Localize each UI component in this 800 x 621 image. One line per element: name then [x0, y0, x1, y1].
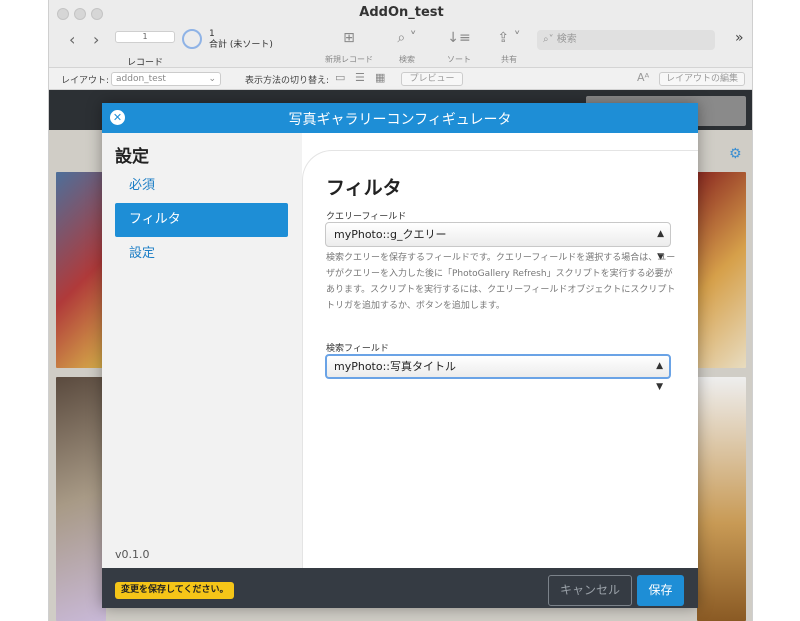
share-button[interactable]: ⇪ ˅ 共有 [489, 30, 529, 65]
more-tools-icon[interactable]: » [735, 30, 744, 46]
chevron-down-icon: ⌄ [208, 74, 216, 84]
sidebar-item-label: 設定 [129, 246, 156, 261]
query-field-label: クエリーフィールド [326, 212, 407, 222]
gallery-photo[interactable] [697, 377, 746, 621]
text-format-icon[interactable]: Aᴬ [637, 71, 649, 84]
filter-panel: フィルタ クエリーフィールド myPhoto::g_クエリー ▲ ▼ 検索クエリー… [302, 150, 698, 568]
share-label: 共有 [501, 55, 517, 64]
sidebar-item-required[interactable]: 必須 [115, 169, 288, 203]
view-switch-label: 表示方法の切り替え: [245, 76, 330, 86]
record-pie-icon [182, 29, 202, 49]
search-icon: ⌕˅ [543, 34, 557, 45]
dialog-header: ✕ 写真ギャラリーコンフィギュレータ [102, 103, 698, 133]
sidebar-item-filter[interactable]: フィルタ [115, 203, 288, 237]
record-number: 1 [142, 32, 148, 41]
cancel-button[interactable]: キャンセル [548, 575, 632, 606]
search-mode-label: 検索 [399, 55, 415, 64]
query-field-help: 検索クエリーを保存するフィールドです。クエリーフィールドを選択する場合は、ユーザ… [326, 253, 676, 311]
layout-bar: レイアウト: addon_test ⌄ 表示方法の切り替え: ▭ ☰ ▦ プレビ… [49, 68, 752, 90]
query-field-select[interactable]: myPhoto::g_クエリー ▲ ▼ [325, 222, 671, 262]
form-view-icon[interactable]: ▭ [335, 71, 345, 84]
panel-title: フィルタ [326, 177, 402, 199]
edit-layout-button[interactable]: レイアウトの編集 [659, 72, 745, 86]
previous-record-button[interactable]: ‹ [69, 30, 75, 49]
sort-label: ソート [447, 55, 471, 64]
save-button[interactable]: 保存 [637, 575, 684, 606]
window-title: AddOn_test [359, 5, 444, 20]
next-record-button[interactable]: › [93, 30, 99, 49]
record-count-text: 合計 (未ソート) [209, 40, 273, 50]
record-count: 1 合計 (未ソート) [209, 29, 273, 51]
record-slider[interactable]: 1 [115, 31, 175, 43]
preview-button[interactable]: プレビュー [401, 72, 463, 86]
layout-select[interactable]: addon_test ⌄ [111, 72, 221, 86]
dialog-title: 写真ギャラリーコンフィギュレータ [288, 112, 512, 128]
dialog-footer: 変更を保存してください。 キャンセル 保存 [102, 568, 698, 608]
record-label: レコード [126, 58, 163, 68]
new-record-button[interactable]: ⊞ 新規レコード [319, 30, 379, 65]
gallery-photo[interactable] [56, 172, 106, 368]
search-field-value: myPhoto::写真タイトル [334, 360, 457, 373]
sidebar-item-label: 必須 [129, 178, 156, 193]
configurator-dialog: ✕ 写真ギャラリーコンフィギュレータ 設定 必須 フィルタ 設定 v0.1.0 … [102, 103, 698, 608]
search-mode-button[interactable]: ⌕ ˅ 検索 [387, 30, 427, 65]
layout-select-value: addon_test [116, 74, 166, 84]
updown-arrows-icon: ▲ ▼ [656, 361, 663, 392]
table-view-icon[interactable]: ▦ [375, 71, 385, 84]
settings-sidebar: 設定 必須 フィルタ 設定 v0.1.0 [102, 133, 302, 568]
share-icon: ⇪ ˅ [497, 30, 521, 46]
sidebar-title: 設定 [115, 147, 149, 167]
layout-label: レイアウト: [61, 76, 110, 86]
sort-icon: ↓≡ [447, 30, 471, 46]
version-label: v0.1.0 [115, 548, 150, 561]
sort-button[interactable]: ↓≡ ソート [439, 30, 479, 65]
sidebar-item-label: フィルタ [129, 212, 181, 227]
plus-square-icon: ⊞ [343, 30, 355, 46]
gallery-photo[interactable] [56, 377, 106, 621]
sidebar-item-settings[interactable]: 設定 [115, 237, 288, 271]
record-count-value: 1 [209, 29, 215, 39]
search-placeholder: 検索 [556, 34, 577, 45]
gear-icon[interactable]: ⚙ [729, 146, 742, 162]
search-field-select[interactable]: myPhoto::写真タイトル ▲ ▼ [325, 354, 671, 392]
gallery-photo[interactable] [697, 172, 746, 368]
unsaved-warning-badge: 変更を保存してください。 [115, 582, 235, 599]
list-view-icon[interactable]: ☰ [355, 71, 365, 84]
query-field-value: myPhoto::g_クエリー [334, 228, 447, 241]
new-record-label: 新規レコード [325, 55, 373, 64]
search-field-label: 検索フィールド [326, 344, 389, 354]
quick-find-input[interactable]: ⌕˅ 検索 [537, 30, 715, 50]
magnifier-icon: ⌕ ˅ [397, 30, 417, 46]
title-bar: AddOn_test ‹ › 1 レコード 1 合計 (未ソート) ⊞ 新規レコ… [49, 0, 752, 68]
